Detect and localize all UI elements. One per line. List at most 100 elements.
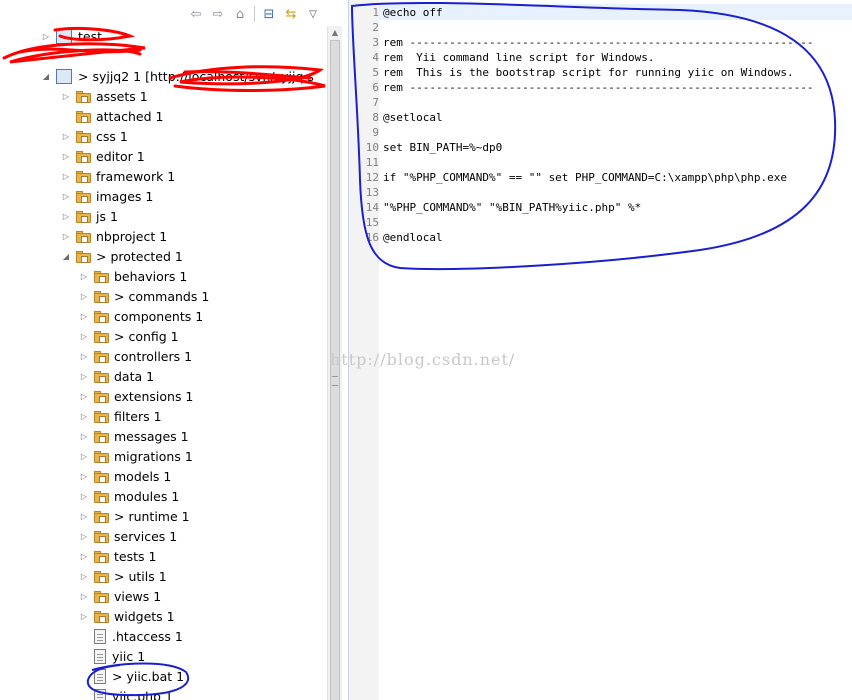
tree-item[interactable]: ▷ framework 1	[60, 166, 175, 186]
tree-item-label: controllers 1	[114, 348, 193, 364]
tree-item[interactable]: ▷ > commands 1	[78, 286, 209, 306]
tree-item-label: > yiic.bat 1	[112, 668, 185, 684]
collapse-triangle-icon[interactable]: ▷	[78, 310, 90, 322]
tree-item[interactable]: ▷ filters 1	[78, 406, 162, 426]
tree-item[interactable]: yiic.php 1	[78, 686, 173, 700]
code-line[interactable]: if "%PHP_COMMAND%" == "" set PHP_COMMAND…	[383, 170, 787, 185]
code-line[interactable]: @echo off	[383, 5, 443, 20]
code-line[interactable]: "%PHP_COMMAND%" "%BIN_PATH%yiic.php" %*	[383, 200, 641, 215]
tree-item[interactable]: yiic 1	[78, 646, 145, 666]
link-with-editor-icon[interactable]: ⇆	[283, 6, 299, 22]
tree-item-label: behaviors 1	[114, 268, 188, 284]
folder-icon	[94, 450, 110, 463]
file-icon	[94, 688, 106, 700]
tree-item[interactable]: ▷ migrations 1	[78, 446, 193, 466]
folder-icon	[76, 170, 92, 183]
code-line[interactable]: @setlocal	[383, 110, 443, 125]
tree-item[interactable]: ▷ css 1	[60, 126, 128, 146]
collapse-triangle-icon[interactable]: ▷	[78, 390, 90, 402]
tree-item[interactable]: ▷ nbproject 1	[60, 226, 167, 246]
collapse-triangle-icon[interactable]: ▷	[78, 470, 90, 482]
tree-item[interactable]: ▷ editor 1	[60, 146, 145, 166]
code-line[interactable]: rem ------------------------------------…	[383, 80, 813, 95]
collapse-all-icon[interactable]: ⊟	[261, 6, 277, 22]
collapse-triangle-icon[interactable]: ▷	[78, 290, 90, 302]
code-line[interactable]: rem Yii command line script for Windows.	[383, 50, 655, 65]
tree-item[interactable]: ▷ behaviors 1	[78, 266, 187, 286]
forward-arrow-icon[interactable]: ⇨	[210, 6, 226, 22]
file-icon	[94, 668, 106, 684]
tree-item[interactable]: ▷ > utils 1	[78, 566, 167, 586]
line-number: 9	[372, 126, 379, 139]
tree-item-label: components 1	[114, 308, 204, 324]
collapse-triangle-icon[interactable]: ▷	[60, 230, 72, 242]
collapse-triangle-icon[interactable]: ▷	[78, 350, 90, 362]
tree-item[interactable]: ▷ js 1	[60, 206, 118, 226]
collapse-triangle-icon[interactable]: ▷	[78, 370, 90, 382]
collapse-triangle-icon[interactable]: ▷	[78, 430, 90, 442]
collapse-triangle-icon[interactable]: ▷	[60, 170, 72, 182]
tree-item[interactable]: ▷ messages 1	[78, 426, 189, 446]
code-line[interactable]: rem This is the bootstrap script for run…	[383, 65, 794, 80]
tree-item[interactable]: ▷ tests 1	[78, 546, 157, 566]
tree-item-label: messages 1	[114, 428, 189, 444]
line-number: 15	[365, 216, 379, 229]
tree-item[interactable]: > yiic.bat 1	[78, 666, 184, 686]
code-line[interactable]: set BIN_PATH=%~dp0	[383, 140, 502, 155]
collapse-triangle-icon[interactable]: ▷	[60, 130, 72, 142]
tree-item[interactable]: ▷ controllers 1	[78, 346, 192, 366]
tree-item[interactable]: ▷ widgets 1	[78, 606, 175, 626]
tree-item-label: tests 1	[114, 548, 157, 564]
tree-item[interactable]: ▷ modules 1	[78, 486, 179, 506]
collapse-triangle-icon[interactable]: ▷	[40, 30, 52, 42]
folder-icon	[94, 370, 110, 383]
collapse-triangle-icon[interactable]: ▷	[60, 150, 72, 162]
code-line[interactable]: @endlocal	[383, 230, 443, 245]
collapse-triangle-icon[interactable]: ▷	[78, 330, 90, 342]
view-menu-icon[interactable]: ▽	[305, 6, 321, 22]
collapse-triangle-icon[interactable]: ▷	[78, 450, 90, 462]
collapse-triangle-icon[interactable]: ▷	[78, 610, 90, 622]
code-line[interactable]: rem ------------------------------------…	[383, 35, 813, 50]
collapse-triangle-icon[interactable]: ▷	[60, 90, 72, 102]
collapse-triangle-icon[interactable]: ▷	[78, 590, 90, 602]
tree-item[interactable]: ▷ views 1	[78, 586, 161, 606]
tree-item[interactable]: ▷ components 1	[78, 306, 203, 326]
tree-item[interactable]: ▷ images 1	[60, 186, 153, 206]
project-root[interactable]: ◢ > syjjq2 1 [http://localhost/svn/syjjq…	[40, 66, 314, 86]
line-number: 7	[372, 96, 379, 109]
collapse-triangle-icon[interactable]: ▷	[60, 210, 72, 222]
tree-item[interactable]: ▷ extensions 1	[78, 386, 193, 406]
tree-item[interactable]: attached 1	[60, 106, 163, 126]
tree-item[interactable]: ▷ services 1	[78, 526, 177, 546]
tree-item-label: assets 1	[96, 88, 148, 104]
expand-triangle-icon[interactable]: ◢	[40, 70, 52, 82]
home-icon[interactable]: ⌂	[232, 6, 248, 22]
tree-item[interactable]: .htaccess 1	[78, 626, 183, 646]
tree-item-top[interactable]: ▷ test	[40, 26, 102, 46]
back-arrow-icon[interactable]: ⇦	[188, 6, 204, 22]
current-line-highlight	[379, 4, 852, 20]
scrollbar-thumb[interactable]	[330, 40, 340, 700]
collapse-triangle-icon[interactable]: ▷	[78, 270, 90, 282]
tree-item[interactable]: ▷ models 1	[78, 466, 171, 486]
tree-item[interactable]: ◢ > protected 1	[60, 246, 183, 266]
collapse-triangle-icon[interactable]: ▷	[78, 550, 90, 562]
collapse-triangle-icon[interactable]: ▷	[78, 530, 90, 542]
expand-triangle-icon[interactable]: ◢	[60, 250, 72, 262]
collapse-triangle-icon[interactable]: ▷	[78, 510, 90, 522]
folder-icon	[94, 610, 110, 623]
collapse-triangle-icon[interactable]: ▷	[78, 570, 90, 582]
collapse-triangle-icon[interactable]: ▷	[78, 490, 90, 502]
tree-item[interactable]: ▷ > config 1	[78, 326, 179, 346]
tree-item[interactable]: ▷ data 1	[78, 366, 154, 386]
tree-item[interactable]: ▷ > runtime 1	[78, 506, 190, 526]
tree-item-label: services 1	[114, 528, 178, 544]
collapse-triangle-icon[interactable]: ▷	[78, 410, 90, 422]
folder-icon	[76, 250, 92, 263]
tree-item[interactable]: ▷ assets 1	[60, 86, 148, 106]
scroll-up-icon[interactable]: ▲	[328, 26, 342, 40]
collapse-triangle-icon[interactable]: ▷	[60, 190, 72, 202]
line-number: 16	[365, 231, 379, 244]
